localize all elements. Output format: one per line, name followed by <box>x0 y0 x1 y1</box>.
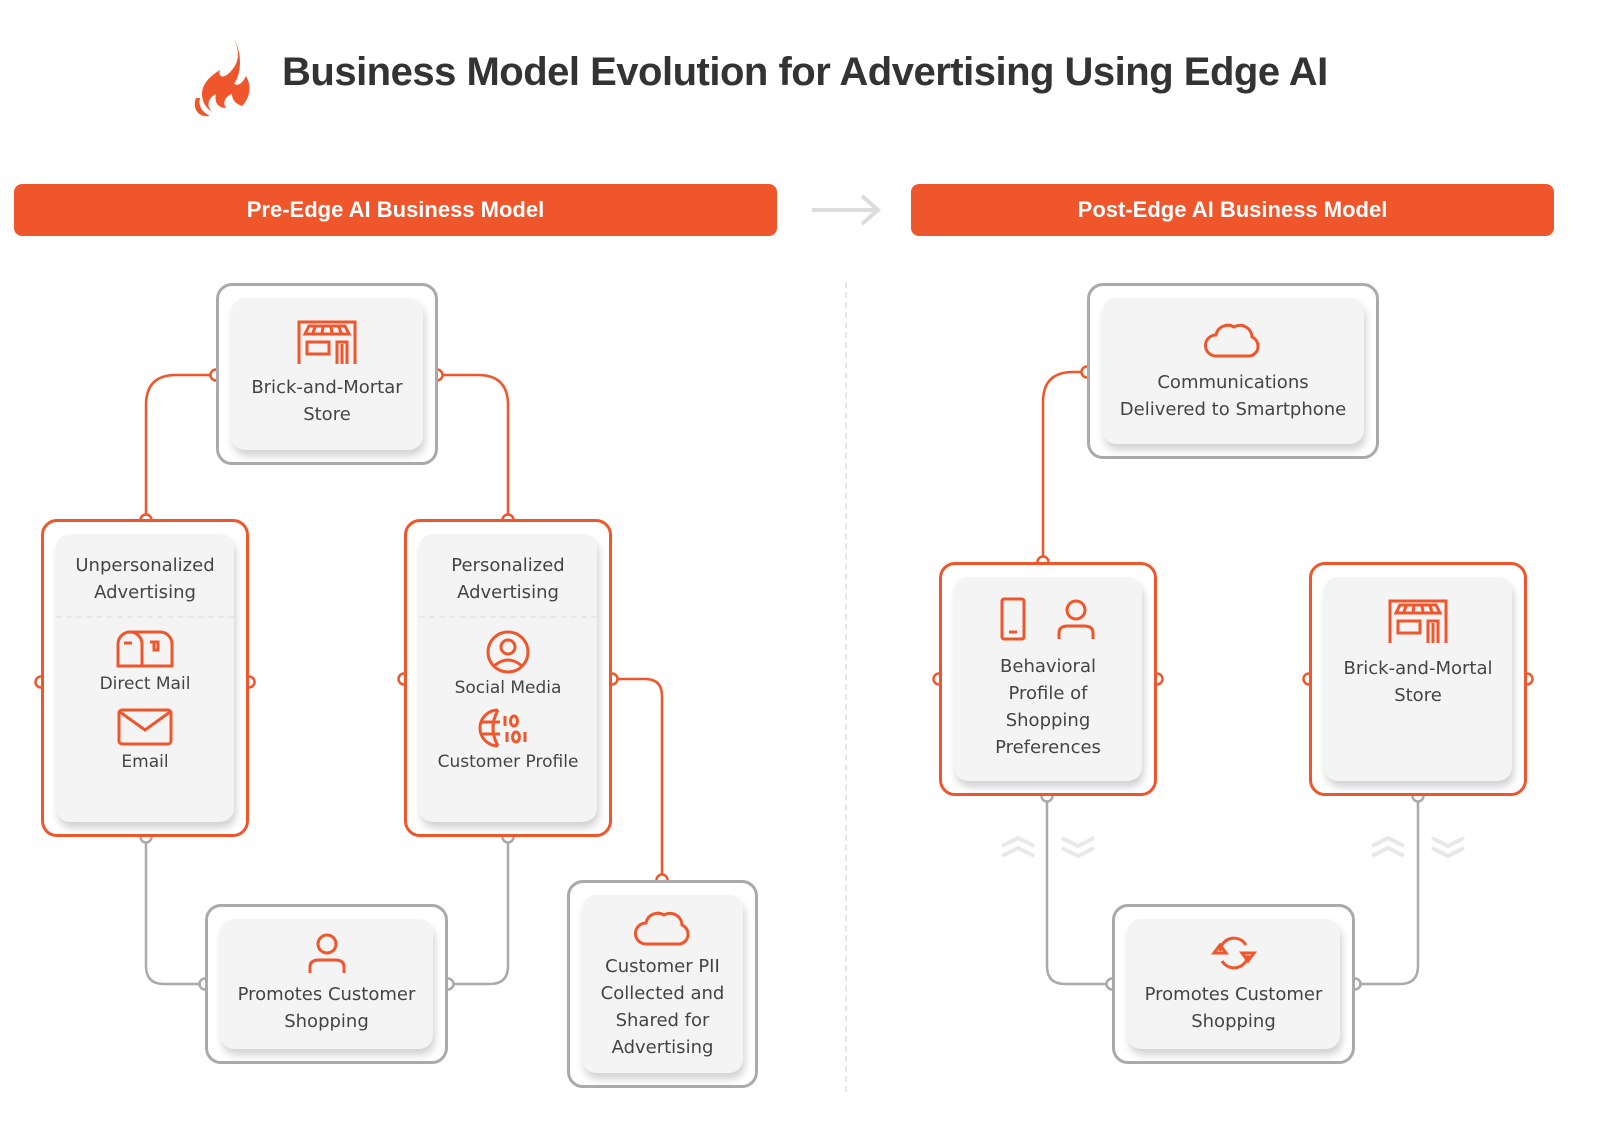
node-behavioral-profile: Behavioral Profile of Shopping Preferenc… <box>939 562 1157 796</box>
flame-logo-icon <box>188 36 252 120</box>
item-label: Social Media <box>454 678 562 698</box>
section-divider <box>845 282 849 1092</box>
connector-behavioral-promotes <box>1045 796 1112 986</box>
refresh-cycle-icon <box>1210 933 1258 973</box>
node-title: Unpersonalized Advertising <box>75 555 215 603</box>
page-title: Business Model Evolution for Advertising… <box>282 50 1328 94</box>
node-label: Behavioral Profile of Shopping Preferenc… <box>995 656 1101 758</box>
separator <box>419 616 597 618</box>
item-label: Email <box>121 752 169 772</box>
node-unpersonalized-advertising: Unpersonalized Advertising Direct Mail E… <box>41 519 249 837</box>
node-label: Promotes Customer Shopping <box>1144 984 1323 1032</box>
node-label: Communications Delivered to Smartphone <box>1119 372 1347 420</box>
node-brick-and-mortar-store: Brick-and-Mortar Store <box>216 283 438 465</box>
chevrons-up-icon <box>998 832 1038 860</box>
node-personalized-advertising: Personalized Advertising Social Media Cu… <box>404 519 612 837</box>
mailbox-icon <box>116 630 174 668</box>
person-icon <box>1056 599 1096 641</box>
separator <box>56 616 234 618</box>
connector-personalized-pii <box>612 677 664 880</box>
connector-communications-behavioral <box>1041 370 1087 562</box>
person-icon <box>307 933 347 975</box>
chevrons-up-icon <box>1368 832 1408 860</box>
envelope-icon <box>117 708 173 746</box>
item-label: Direct Mail <box>99 674 191 694</box>
connector-store-promotes <box>1355 796 1420 986</box>
connector-store-unpersonalized <box>144 373 216 519</box>
globe-binary-icon <box>478 708 538 748</box>
node-label: Promotes Customer Shopping <box>237 984 416 1032</box>
node-title: Personalized Advertising <box>451 555 565 603</box>
node-label: Brick-and-Mortal Store <box>1343 658 1493 706</box>
connector-store-personalized <box>437 373 510 519</box>
chevrons-down-icon <box>1428 834 1468 862</box>
pre-edge-banner: Pre-Edge AI Business Model <box>14 184 777 236</box>
smartphone-icon <box>1000 597 1026 641</box>
arrow-right-icon <box>808 192 886 228</box>
node-promotes-customer-shopping: Promotes Customer Shopping <box>205 904 448 1064</box>
storefront-icon <box>1388 599 1448 643</box>
cloud-icon <box>633 907 692 947</box>
node-label: Customer PII Collected and Shared for Ad… <box>600 956 725 1058</box>
chevrons-down-icon <box>1058 834 1098 862</box>
node-promotes-customer-shopping-post: Promotes Customer Shopping <box>1112 904 1355 1064</box>
user-circle-icon <box>486 630 530 674</box>
connector-unpersonalized-promotes <box>144 837 205 986</box>
post-edge-banner: Post-Edge AI Business Model <box>911 184 1554 236</box>
item-label: Customer Profile <box>437 752 579 772</box>
node-brick-and-mortal-store: Brick-and-Mortal Store <box>1309 562 1527 796</box>
node-label: Brick-and-Mortar Store <box>251 377 403 425</box>
node-customer-pii: Customer PII Collected and Shared for Ad… <box>567 880 758 1088</box>
node-communications-to-smartphone: Communications Delivered to Smartphone <box>1087 283 1379 459</box>
storefront-icon <box>297 320 357 364</box>
cloud-icon <box>1204 319 1262 359</box>
connector-personalized-promotes <box>448 837 510 986</box>
